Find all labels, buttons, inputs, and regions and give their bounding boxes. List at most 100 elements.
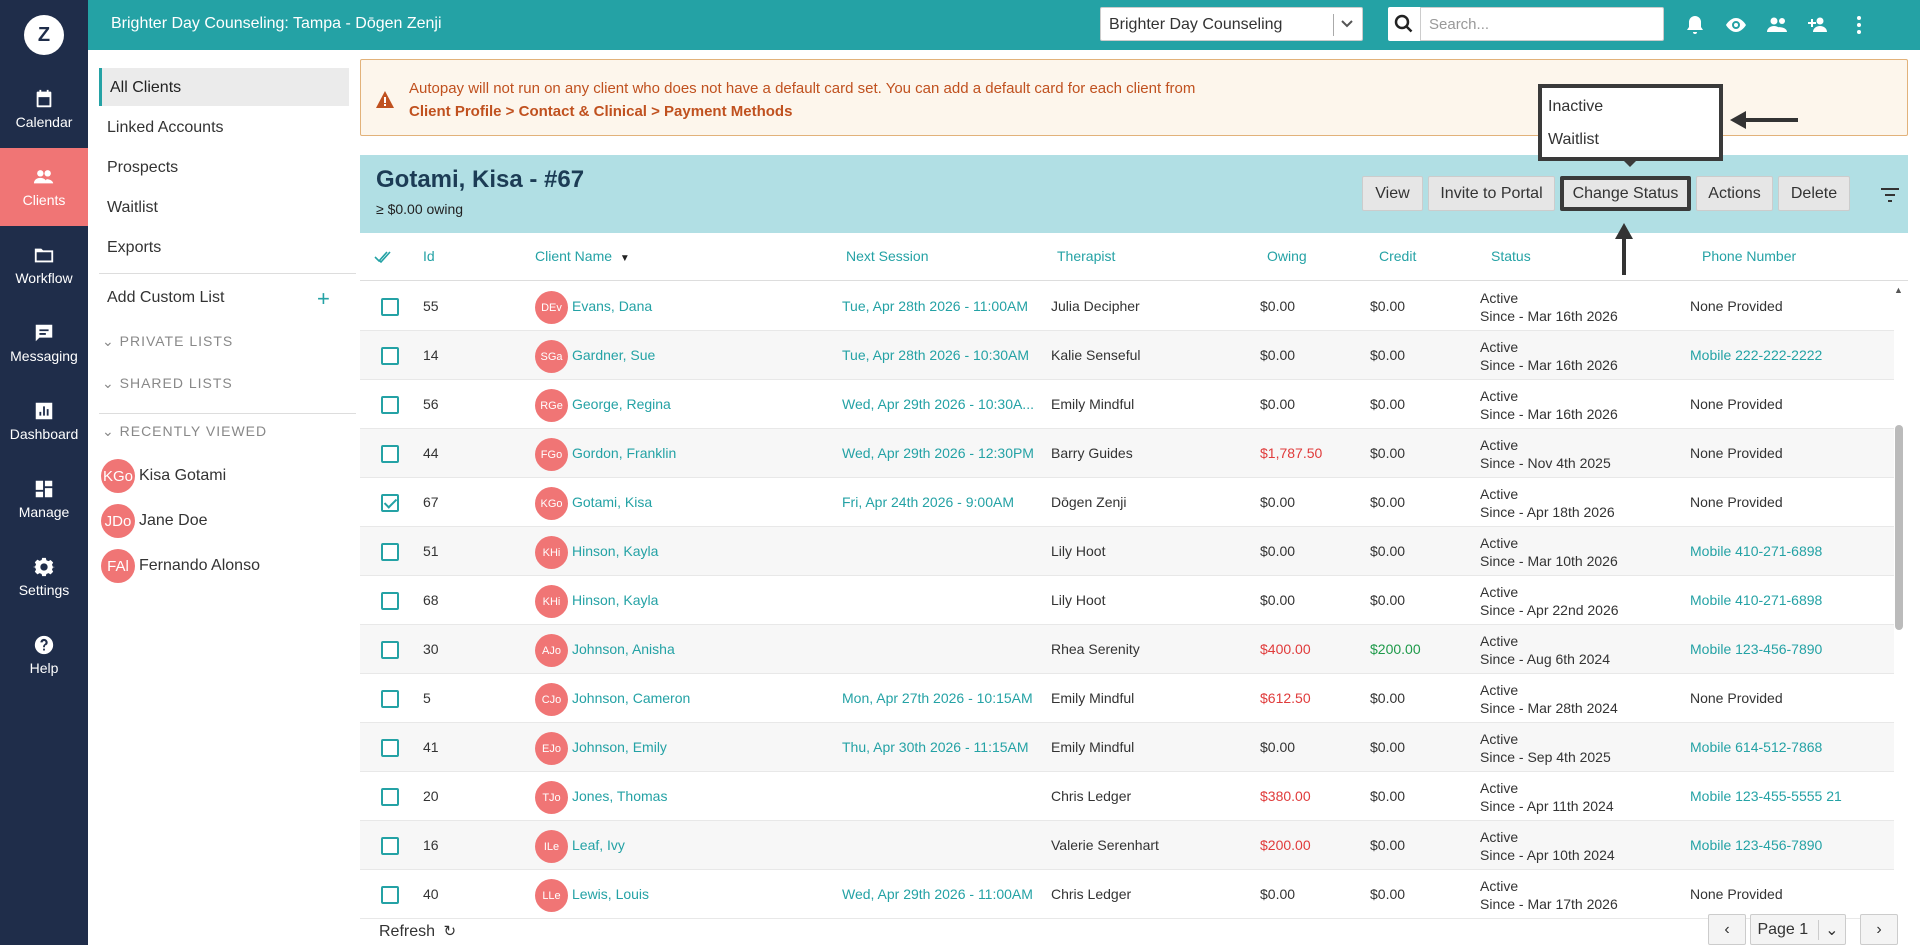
header-status[interactable]: Status bbox=[1491, 248, 1531, 264]
row-checkbox[interactable] bbox=[381, 886, 399, 904]
nav-manage[interactable]: Manage bbox=[0, 460, 88, 538]
header-therapist[interactable]: Therapist bbox=[1057, 248, 1115, 264]
nav-help[interactable]: Help bbox=[0, 616, 88, 694]
recent-client[interactable]: JDo Jane Doe bbox=[101, 504, 208, 538]
nav-messaging[interactable]: Messaging bbox=[0, 304, 88, 382]
row-checkbox[interactable] bbox=[381, 543, 399, 561]
client-name-link[interactable]: Johnson, Emily bbox=[572, 739, 667, 755]
scrollbar-thumb[interactable] bbox=[1895, 425, 1903, 630]
client-name-link[interactable]: Johnson, Cameron bbox=[572, 690, 690, 706]
phone-number[interactable]: Mobile 123-456-7890 bbox=[1690, 837, 1822, 853]
invite-to-portal-button[interactable]: Invite to Portal bbox=[1428, 176, 1555, 211]
row-checkbox[interactable] bbox=[381, 592, 399, 610]
table-row[interactable]: 55 DEv Evans, Dana Tue, Apr 28th 2026 - 11:… bbox=[360, 282, 1894, 331]
phone-number[interactable]: Mobile 123-456-7890 bbox=[1690, 641, 1822, 657]
app-logo[interactable]: Z bbox=[24, 15, 64, 55]
alert-path-link[interactable]: Client Profile > Contact & Clinical > Pa… bbox=[409, 103, 792, 120]
list-all-clients[interactable]: All Clients bbox=[99, 68, 349, 106]
next-session-link[interactable]: Tue, Apr 28th 2026 - 11:00AM bbox=[842, 298, 1028, 314]
table-row[interactable]: 51 KHi Hinson, Kayla Lily Hoot $0.00 $0.00 Act… bbox=[360, 527, 1894, 576]
table-row[interactable]: 56 RGe George, Regina Wed, Apr 29th 2026 - … bbox=[360, 380, 1894, 429]
change-status-button[interactable]: Change Status bbox=[1560, 176, 1691, 211]
row-checkbox[interactable] bbox=[381, 445, 399, 463]
notifications-button[interactable] bbox=[1683, 13, 1707, 37]
list-linked-accounts[interactable]: Linked Accounts bbox=[99, 108, 349, 146]
recent-client[interactable]: FAl Fernando Alonso bbox=[101, 549, 260, 583]
header-credit[interactable]: Credit bbox=[1379, 248, 1416, 264]
status-option-inactive[interactable]: Inactive bbox=[1548, 98, 1603, 116]
next-session-link[interactable]: Tue, Apr 28th 2026 - 10:30AM bbox=[842, 347, 1029, 363]
client-name-link[interactable]: Hinson, Kayla bbox=[572, 543, 658, 559]
phone-number[interactable]: Mobile 614-512-7868 bbox=[1690, 739, 1822, 755]
client-name-link[interactable]: Gordon, Franklin bbox=[572, 445, 676, 461]
next-session-link[interactable]: Thu, Apr 30th 2026 - 11:15AM bbox=[842, 739, 1029, 755]
recently-viewed-toggle[interactable]: ⌄ RECENTLY VIEWED bbox=[102, 423, 267, 440]
header-next-session[interactable]: Next Session bbox=[846, 248, 928, 264]
view-button[interactable] bbox=[1724, 13, 1748, 37]
select-all-icon[interactable] bbox=[374, 250, 392, 264]
phone-number[interactable]: Mobile 222-222-2222 bbox=[1690, 347, 1822, 363]
practice-select[interactable]: Brighter Day Counseling bbox=[1100, 7, 1363, 41]
phone-number[interactable]: Mobile 410-271-6898 bbox=[1690, 592, 1822, 608]
client-name-link[interactable]: George, Regina bbox=[572, 396, 671, 412]
phone-number[interactable]: Mobile 410-271-6898 bbox=[1690, 543, 1822, 559]
refresh-button[interactable]: Refresh ↻ bbox=[379, 922, 456, 941]
nav-clients[interactable]: Clients bbox=[0, 148, 88, 226]
table-row[interactable]: 67 KGo Gotami, Kisa Fri, Apr 24th 2026 - 9:… bbox=[360, 478, 1894, 527]
plus-icon[interactable]: + bbox=[317, 286, 330, 312]
client-name-link[interactable]: Evans, Dana bbox=[572, 298, 652, 314]
table-row[interactable]: 16 ILe Leaf, Ivy Valerie Serenhart $200.00 $0… bbox=[360, 821, 1894, 870]
next-session-link[interactable]: Wed, Apr 29th 2026 - 12:30PM bbox=[842, 445, 1034, 461]
nav-calendar[interactable]: Calendar bbox=[0, 70, 88, 148]
row-checkbox[interactable] bbox=[381, 494, 399, 512]
list-prospects[interactable]: Prospects bbox=[99, 148, 349, 186]
private-lists-toggle[interactable]: ⌄ PRIVATE LISTS bbox=[102, 333, 233, 350]
list-exports[interactable]: Exports bbox=[99, 228, 349, 266]
filter-icon[interactable] bbox=[1880, 187, 1900, 203]
table-row[interactable]: 41 EJo Johnson, Emily Thu, Apr 30th 2026 - … bbox=[360, 723, 1894, 772]
next-session-link[interactable]: Mon, Apr 27th 2026 - 10:15AM bbox=[842, 690, 1033, 706]
client-name-link[interactable]: Johnson, Anisha bbox=[572, 641, 675, 657]
phone-number[interactable]: Mobile 123-455-5555 21 bbox=[1690, 788, 1842, 804]
row-checkbox[interactable] bbox=[381, 347, 399, 365]
header-phone-number[interactable]: Phone Number bbox=[1702, 248, 1796, 264]
client-name-link[interactable]: Gotami, Kisa bbox=[572, 494, 652, 510]
row-checkbox[interactable] bbox=[381, 641, 399, 659]
row-checkbox[interactable] bbox=[381, 690, 399, 708]
table-row[interactable]: 30 AJo Johnson, Anisha Rhea Serenity $400.00… bbox=[360, 625, 1894, 674]
team-button[interactable] bbox=[1765, 13, 1789, 37]
recent-client[interactable]: KGo Kisa Gotami bbox=[101, 459, 226, 493]
header-id[interactable]: Id bbox=[423, 248, 435, 264]
next-session-link[interactable]: Wed, Apr 29th 2026 - 10:30A... bbox=[842, 396, 1034, 412]
table-row[interactable]: 14 SGa Gardner, Sue Tue, Apr 28th 2026 - 10… bbox=[360, 331, 1894, 380]
table-row[interactable]: 68 KHi Hinson, Kayla Lily Hoot $0.00 $0.00 Act… bbox=[360, 576, 1894, 625]
table-row[interactable]: 5 CJo Johnson, Cameron Mon, Apr 27th 2026 -… bbox=[360, 674, 1894, 723]
header-owing[interactable]: Owing bbox=[1267, 248, 1307, 264]
add-custom-list[interactable]: Add Custom List bbox=[99, 278, 349, 316]
nav-dashboard[interactable]: Dashboard bbox=[0, 382, 88, 460]
row-checkbox[interactable] bbox=[381, 739, 399, 757]
nav-workflow[interactable]: Workflow bbox=[0, 226, 88, 304]
client-name-link[interactable]: Gardner, Sue bbox=[572, 347, 655, 363]
row-checkbox[interactable] bbox=[381, 837, 399, 855]
next-page-button[interactable]: › bbox=[1860, 914, 1898, 945]
actions-button[interactable]: Actions bbox=[1696, 176, 1773, 211]
page-select[interactable]: Page 1 ⌄ bbox=[1750, 914, 1846, 945]
client-name-link[interactable]: Hinson, Kayla bbox=[572, 592, 658, 608]
table-scrollbar[interactable]: ▲ bbox=[1894, 285, 1904, 905]
table-row[interactable]: 20 TJo Jones, Thomas Chris Ledger $380.00 $0.… bbox=[360, 772, 1894, 821]
delete-button[interactable]: Delete bbox=[1778, 176, 1850, 211]
header-client-name[interactable]: Client Name ▼ bbox=[535, 248, 630, 264]
add-user-button[interactable] bbox=[1806, 13, 1830, 37]
client-name-link[interactable]: Lewis, Louis bbox=[572, 886, 649, 902]
client-name-link[interactable]: Leaf, Ivy bbox=[572, 837, 625, 853]
shared-lists-toggle[interactable]: ⌄ SHARED LISTS bbox=[102, 375, 233, 392]
row-checkbox[interactable] bbox=[381, 788, 399, 806]
table-row[interactable]: 44 FGo Gordon, Franklin Wed, Apr 29th 2026 … bbox=[360, 429, 1894, 478]
next-session-link[interactable]: Fri, Apr 24th 2026 - 9:00AM bbox=[842, 494, 1014, 510]
search-button[interactable] bbox=[1388, 7, 1420, 41]
list-waitlist[interactable]: Waitlist bbox=[99, 188, 349, 226]
row-checkbox[interactable] bbox=[381, 298, 399, 316]
prev-page-button[interactable]: ‹ bbox=[1708, 914, 1746, 945]
client-name-link[interactable]: Jones, Thomas bbox=[572, 788, 667, 804]
